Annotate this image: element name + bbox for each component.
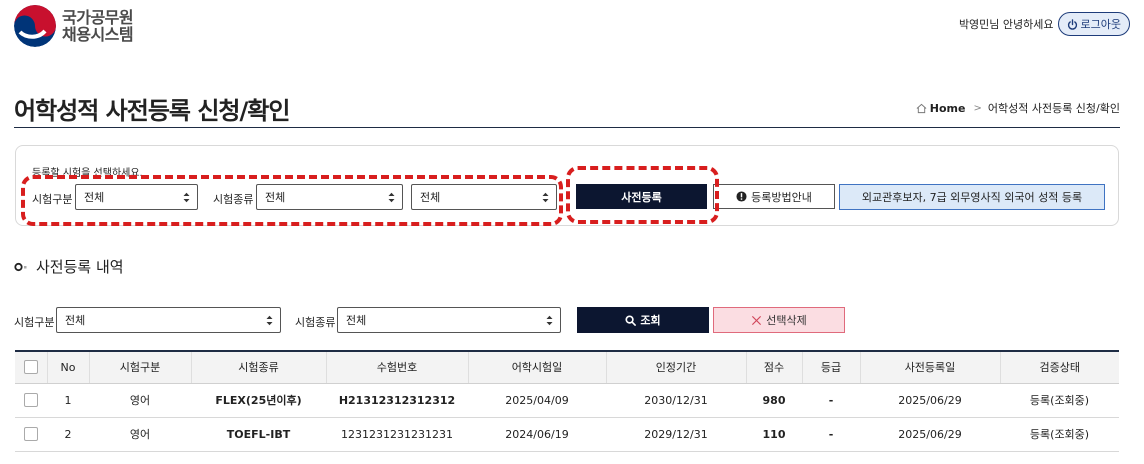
table-header-row: No 시험구분 시험종류 수험번호 어학시험일 인정기간 점수 등급 사전등록일… <box>15 350 1119 384</box>
logout-label: 로그아웃 <box>1080 18 1121 31</box>
table-cell: 2030/12/31 <box>606 383 746 418</box>
column-header: 검증상태 <box>999 350 1119 384</box>
section-title: 사전등록 내역 <box>36 258 124 276</box>
site-logo[interactable]: 국가공무원 채용시스템 <box>14 5 134 47</box>
updown-arrow-icon <box>388 192 395 203</box>
search-label: 조회 <box>640 314 661 327</box>
delete-selected-label: 선택삭제 <box>766 314 807 327</box>
select-all-checkbox[interactable] <box>23 360 38 375</box>
history-exam-type-select[interactable]: 전체 <box>337 307 561 333</box>
table-cell: 2024/06/19 <box>468 417 606 452</box>
table-cell: H21312312312312 <box>326 383 468 418</box>
table-row: 1 영어 FLEX(25년이후) H21312312312312 2025/04… <box>15 383 1119 418</box>
page-title: 어학성적 사전등록 신청/확인 <box>14 97 290 125</box>
column-header: 사전등록일 <box>859 350 1000 384</box>
table-cell: 등록(조회중) <box>1000 383 1119 418</box>
chevron-right-icon: > <box>973 102 982 114</box>
table-cell: 2025/06/29 <box>860 383 1000 418</box>
history-exam-category-value: 전체 <box>65 314 86 327</box>
exam-category-select[interactable]: 전체 <box>75 184 198 210</box>
exam-type-select[interactable]: 전체 <box>256 184 403 210</box>
title-divider <box>14 127 1120 128</box>
registration-panel: 등록할 시험을 선택하세요. 시험구분 전체 시험종류 전체 전체 사전등록 등… <box>15 145 1119 226</box>
column-header: 어학시험일 <box>467 350 606 384</box>
column-header: 등급 <box>801 350 860 384</box>
exam-type-value: 전체 <box>265 191 286 204</box>
table-cell: 2025/04/09 <box>468 383 606 418</box>
table-cell: 2 <box>47 417 89 452</box>
registration-instruction: 등록할 시험을 선택하세요. <box>32 168 143 179</box>
table-cell: 1231231231231231 <box>326 417 468 452</box>
table-cell: - <box>802 383 860 418</box>
delete-selected-button[interactable]: 선택삭제 <box>713 307 845 333</box>
diplomat-score-register-button[interactable]: 외교관후보자, 7급 외무영사직 외국어 성적 등록 <box>839 184 1105 210</box>
history-exam-category-select[interactable]: 전체 <box>56 307 281 333</box>
row-select-cell <box>15 383 47 418</box>
registration-guide-button[interactable]: 등록방법안내 <box>713 184 835 209</box>
breadcrumb-current: 어학성적 사전등록 신청/확인 <box>987 102 1120 115</box>
home-icon <box>916 103 927 113</box>
table-cell: 110 <box>746 417 802 452</box>
row-checkbox[interactable] <box>24 393 38 407</box>
history-exam-category-label: 시험구분 <box>14 316 55 329</box>
row-checkbox[interactable] <box>24 427 38 441</box>
history-exam-type-label: 시험종류 <box>295 316 336 329</box>
updown-arrow-icon <box>546 315 553 326</box>
close-icon <box>752 315 762 325</box>
column-header: 수험번호 <box>325 350 468 384</box>
updown-arrow-icon <box>183 192 190 203</box>
info-icon <box>736 191 747 202</box>
exam-type-label: 시험종류 <box>213 193 254 206</box>
taegeuk-logo-icon <box>14 5 56 47</box>
table-row: 2 영어 TOEFL-IBT 1231231231231231 2024/06/… <box>15 417 1119 452</box>
history-exam-type-value: 전체 <box>346 314 367 327</box>
table-cell: - <box>802 417 860 452</box>
exam-category-value: 전체 <box>84 191 105 204</box>
greeting-text: 박영민님 안녕하세요 <box>958 18 1054 31</box>
exam-category-label: 시험구분 <box>32 193 73 206</box>
table-cell: 1 <box>47 383 89 418</box>
logo-text: 국가공무원 채용시스템 <box>62 8 134 44</box>
table-cell: 영어 <box>89 417 191 452</box>
updown-arrow-icon <box>542 192 549 203</box>
table-cell: 2029/12/31 <box>606 417 746 452</box>
table-cell: 등록(조회중) <box>1000 417 1119 452</box>
column-header: 인정기간 <box>605 350 746 384</box>
registration-guide-label: 등록방법안내 <box>751 190 812 204</box>
section-heading: 사전등록 내역 <box>14 256 124 277</box>
table-cell: FLEX(25년이후) <box>191 383 326 418</box>
search-icon <box>625 314 637 326</box>
exam-sub-value: 전체 <box>420 191 441 204</box>
logout-button[interactable]: 로그아웃 <box>1057 12 1130 36</box>
pre-register-button[interactable]: 사전등록 <box>576 184 707 209</box>
breadcrumb: Home > 어학성적 사전등록 신청/확인 <box>916 100 1120 116</box>
user-area: 박영민님 안녕하세요 로그아웃 <box>959 12 1130 36</box>
breadcrumb-home-link[interactable]: Home <box>930 102 966 115</box>
column-header: 시험종류 <box>190 350 326 384</box>
updown-arrow-icon <box>266 315 273 326</box>
row-select-cell <box>15 417 47 452</box>
search-button[interactable]: 조회 <box>577 307 709 333</box>
table-cell: 2025/06/29 <box>860 417 1000 452</box>
power-icon <box>1067 18 1077 30</box>
column-header: 시험구분 <box>88 350 191 384</box>
table-cell: 980 <box>746 383 802 418</box>
table-cell: TOEFL-IBT <box>191 417 326 452</box>
circle-bullet-icon <box>14 262 27 271</box>
select-all-cell <box>15 350 47 384</box>
registration-history-table: No 시험구분 시험종류 수험번호 어학시험일 인정기간 점수 등급 사전등록일… <box>15 350 1119 452</box>
table-cell: 영어 <box>89 383 191 418</box>
column-header: No <box>46 350 89 384</box>
logo-line-2: 채용시스템 <box>62 25 134 44</box>
logo-line-1: 국가공무원 <box>62 8 134 27</box>
exam-sub-select[interactable]: 전체 <box>411 184 557 210</box>
column-header: 점수 <box>745 350 802 384</box>
